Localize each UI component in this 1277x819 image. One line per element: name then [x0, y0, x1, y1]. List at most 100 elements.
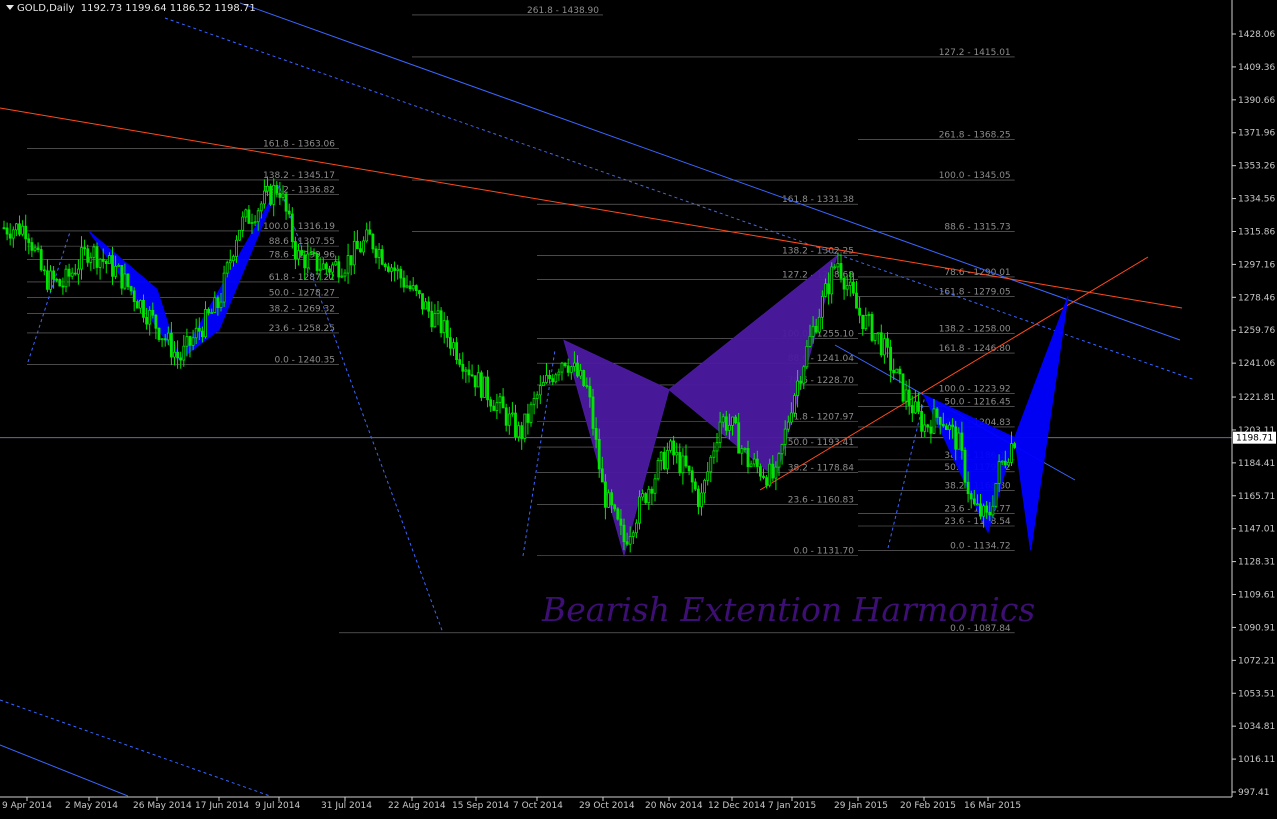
candle-body: [988, 511, 992, 516]
candle-body: [514, 412, 517, 438]
candle-body: [2, 227, 6, 230]
candle: [132, 287, 136, 312]
fib-level-label: 100.0 - 1316.19: [263, 222, 335, 232]
candle-body: [669, 440, 672, 451]
candle-body: [154, 314, 158, 329]
candle: [886, 332, 889, 358]
y-tick-label: 1259.76: [1238, 326, 1275, 336]
y-tick-label: 1371.96: [1238, 129, 1275, 139]
candle: [687, 465, 691, 476]
candle-body: [303, 254, 307, 269]
candle-body: [421, 293, 424, 310]
fib-level-label: 0.0 - 1131.70: [794, 547, 855, 557]
candle: [712, 442, 716, 464]
candle: [346, 243, 350, 284]
candle-body: [284, 193, 288, 212]
candle: [362, 236, 366, 256]
candle-body: [101, 258, 105, 262]
candle-body: [275, 185, 279, 194]
candle: [464, 366, 468, 383]
fib-level-label: 61.8 - 1287.22: [269, 273, 335, 283]
candle: [138, 299, 142, 314]
candle-body: [340, 275, 344, 278]
candle-body: [703, 479, 706, 494]
candle: [532, 391, 536, 415]
candle-body: [235, 239, 238, 257]
candle-body: [427, 301, 431, 312]
candle: [554, 372, 558, 384]
candle-body: [405, 285, 409, 288]
candle: [340, 268, 344, 279]
candle: [371, 232, 375, 253]
candle-body: [399, 268, 403, 279]
candle-body: [464, 369, 468, 372]
candle-body: [842, 277, 846, 290]
candle-body: [70, 272, 74, 277]
candle-body: [954, 426, 958, 450]
candle-body: [542, 382, 545, 386]
candle-body: [712, 450, 716, 458]
candle-body: [80, 247, 83, 270]
y-tick-label: 1315.86: [1238, 227, 1275, 237]
candle-body: [396, 268, 400, 271]
candle: [529, 401, 533, 427]
menu-triangle-icon[interactable]: [6, 5, 14, 10]
x-tick-label: 17 Jun 2014: [195, 801, 249, 811]
candle-body: [473, 375, 477, 388]
candle-body: [774, 466, 778, 479]
candle: [901, 373, 905, 404]
candle: [616, 507, 620, 521]
candle-body: [14, 223, 18, 231]
candle-body: [895, 368, 899, 374]
candle-body: [535, 394, 539, 399]
candle: [269, 183, 273, 207]
candle-body: [526, 413, 530, 423]
candle-body: [985, 505, 989, 513]
candle: [557, 368, 561, 381]
candle: [439, 307, 443, 338]
candle-body: [616, 508, 620, 520]
candle: [262, 179, 266, 209]
candle-body: [892, 369, 896, 374]
candle: [160, 338, 164, 347]
candle-body: [145, 316, 149, 325]
x-tick-label: 9 Apr 2014: [2, 801, 52, 811]
candle-body: [659, 451, 663, 461]
candle: [430, 301, 434, 333]
candle-body: [365, 229, 369, 242]
candle: [994, 482, 998, 509]
candle-body: [759, 466, 762, 477]
candle: [120, 265, 124, 295]
candle: [873, 333, 877, 345]
candle-body: [262, 190, 266, 205]
candle-body: [790, 412, 793, 423]
candle: [855, 280, 858, 309]
fib-level-label: 100.0 - 1223.92: [939, 384, 1011, 394]
candle: [892, 358, 896, 380]
candle-body: [355, 240, 359, 250]
candle: [867, 311, 871, 327]
candle-body: [551, 378, 555, 383]
candle: [95, 242, 99, 275]
y-tick-label: 1353.26: [1238, 162, 1275, 172]
candle-body: [445, 320, 449, 338]
candle: [352, 230, 356, 275]
candle-body: [780, 444, 784, 455]
x-tick-label: 7 Jan 2015: [768, 801, 816, 811]
candle: [129, 285, 133, 296]
candle: [89, 252, 93, 271]
candle: [681, 448, 685, 485]
blue-dashed-left: [27, 231, 71, 363]
candle-body: [135, 301, 139, 309]
candle-body: [749, 463, 753, 468]
candle: [839, 254, 843, 283]
x-tick-label: 22 Aug 2014: [388, 801, 446, 811]
candle: [821, 290, 824, 330]
candle-body: [98, 258, 102, 268]
candle-body: [120, 265, 124, 289]
candle-body: [641, 493, 644, 498]
candle-body: [1000, 460, 1004, 463]
candle-body: [625, 541, 629, 545]
candle-body: [483, 376, 486, 398]
candle-body: [498, 396, 502, 403]
